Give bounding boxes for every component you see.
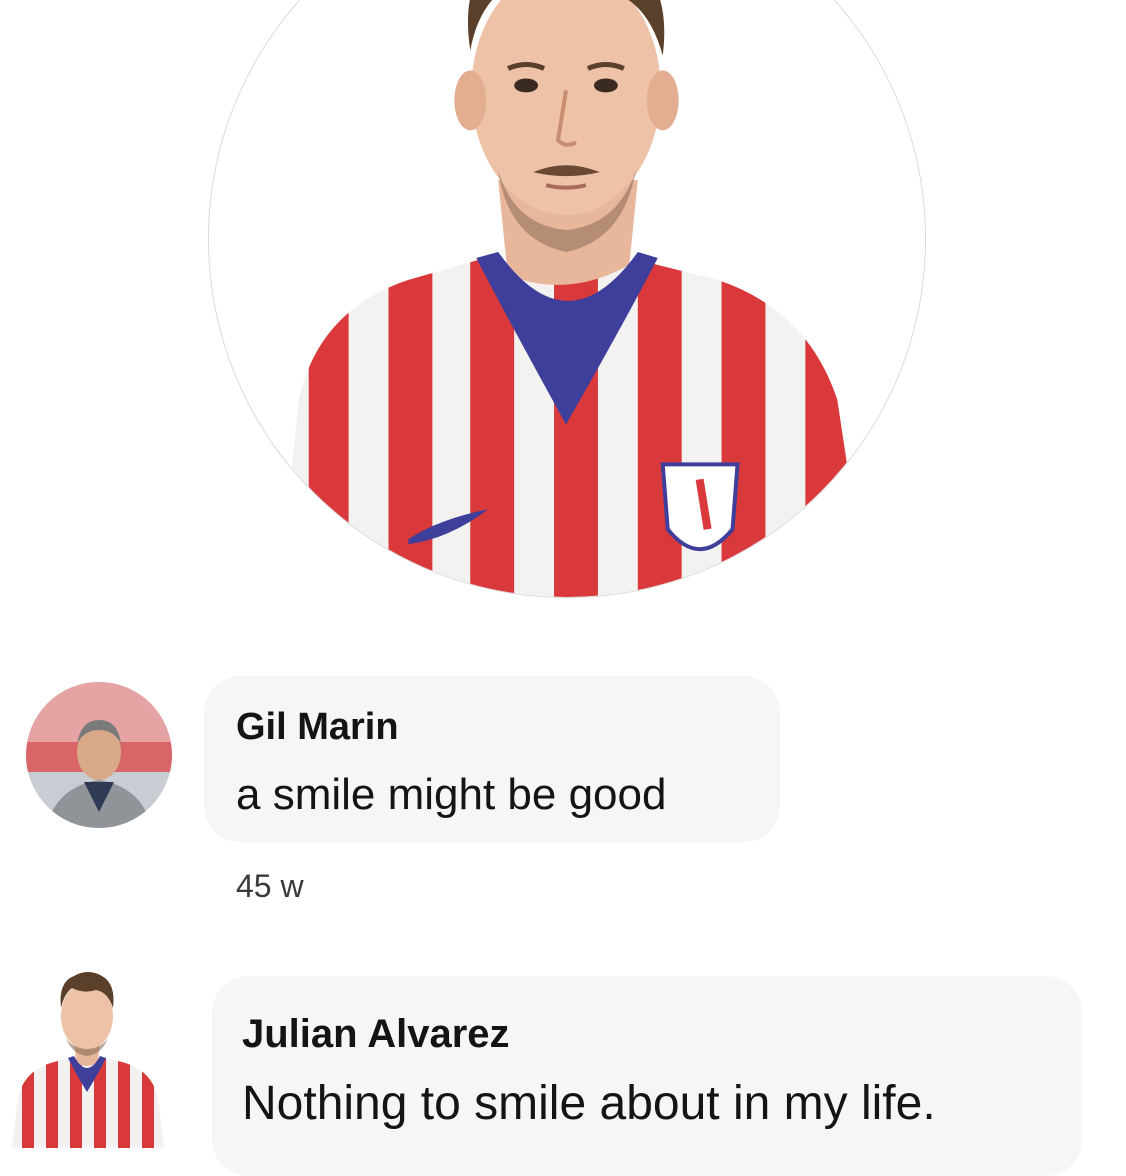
comment-text: Nothing to smile about in my life. [242, 1077, 936, 1130]
player-photo-icon [209, 0, 925, 597]
avatar-man-icon [26, 682, 172, 828]
profile-photo[interactable] [208, 0, 926, 598]
comment-timestamp: 45 w [236, 868, 304, 904]
comment-author[interactable]: Gil Marin [236, 706, 399, 749]
comment-item: Gil Marin a smile might be good 45 w [0, 676, 1126, 906]
comment-item: Julian Alvarez Nothing to smile about in… [0, 956, 1126, 1176]
comment-text: a smile might be good [236, 770, 667, 819]
comment-author[interactable]: Julian Alvarez [242, 1012, 510, 1057]
commenter-avatar[interactable] [26, 682, 172, 828]
commenter-avatar[interactable] [4, 958, 170, 1148]
avatar-player-icon [4, 958, 170, 1148]
